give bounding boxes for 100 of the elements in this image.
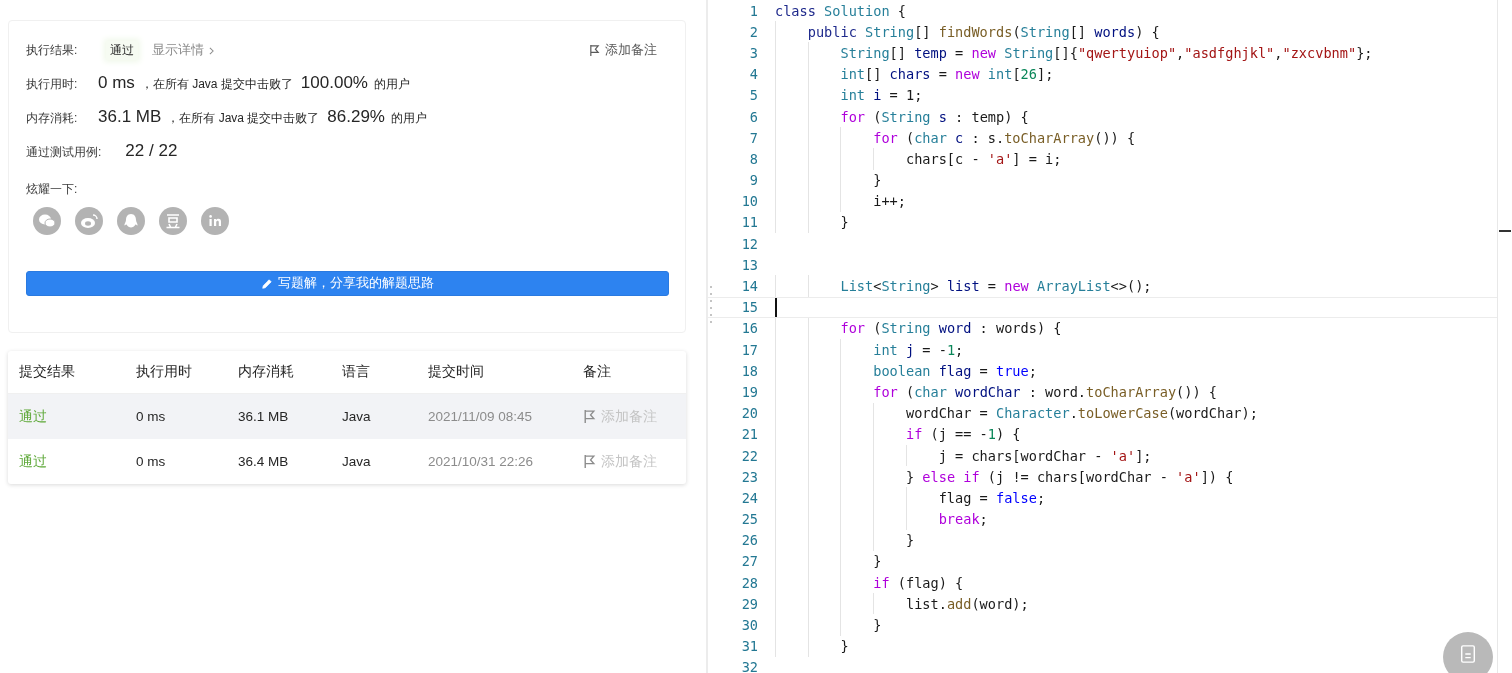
line-number: 5	[748, 87, 758, 104]
stat-label: 执行用时:	[26, 76, 79, 93]
code-line: boolean flag = true;	[872, 362, 1037, 379]
add-note-link[interactable]: 添加备注	[589, 41, 657, 59]
stat-suffix: 的用户	[391, 110, 427, 127]
line-number: 30	[740, 617, 758, 634]
code-line: }	[904, 532, 915, 549]
line-number: 10	[740, 193, 758, 210]
line-number: 19	[740, 383, 758, 400]
line-number: 11	[740, 214, 758, 231]
code-line: chars[c - 'a'] = i;	[904, 150, 1062, 167]
line-number: 4	[748, 66, 758, 83]
code-line: }	[872, 172, 882, 189]
date-cell-text: 2021/10/31 22:26	[428, 454, 535, 469]
tests-label: 通过测试用例:	[26, 144, 102, 161]
submission-row[interactable]: 通过 0 ms 36.4 MB Java 2021/10/31 22:26 添加备注	[8, 439, 686, 484]
stat-value: 36.1 MB	[98, 107, 162, 127]
stat-text: ，在所有 Java 提交中击败了	[167, 110, 320, 127]
code-line: for (char wordChar : word.toCharArray()) {	[872, 383, 1217, 400]
table-cell-text: Java	[342, 454, 372, 469]
penguin-icon[interactable]	[117, 207, 145, 235]
code-line: if (j == -1) {	[904, 426, 1021, 443]
line-number: 17	[740, 341, 758, 358]
code-line: for (char c : s.toCharArray()) {	[872, 129, 1136, 146]
percent-value: 86.29%	[327, 107, 385, 127]
code-line: int j = -1;	[872, 341, 964, 358]
code-line: int i = 1;	[839, 87, 923, 104]
stat-text: ，在所有 Java 提交中击败了	[140, 76, 293, 93]
line-number: 27	[740, 553, 758, 570]
line-number: 32	[740, 659, 758, 673]
table-cell-text: 36.4 MB	[238, 454, 290, 469]
bean-glyph-icon[interactable]	[159, 207, 187, 235]
flag-icon	[583, 454, 596, 469]
line-number: 28	[740, 574, 758, 591]
tests-value: 22 / 22	[125, 141, 178, 161]
column-header: 执行用时	[136, 363, 193, 381]
line-number: 12	[740, 235, 758, 252]
column-header: 提交结果	[19, 363, 76, 381]
text-cursor	[775, 297, 777, 317]
column-header: 提交时间	[428, 363, 485, 381]
line-number: 29	[740, 595, 758, 612]
line-number: 21	[740, 426, 758, 443]
line-number: 3	[748, 44, 758, 61]
eye-swirl-icon[interactable]	[75, 207, 103, 235]
code-line: }	[872, 617, 882, 634]
code-line: public String[] findWords(String[] words) {	[806, 23, 1160, 40]
write-solution-button[interactable]: 写题解，分享我的解题思路	[26, 271, 669, 296]
code-line: flag = false;	[937, 489, 1046, 506]
result-cell[interactable]: 通过	[19, 452, 136, 471]
line-number: 31	[740, 638, 758, 655]
code-line: if (flag) {	[872, 574, 964, 591]
line-number: 9	[748, 172, 758, 189]
date-cell-text: 2021/11/09 08:45	[428, 409, 534, 424]
code-line: String[] temp = new String[]{"qwertyuiop","asdfghjkl","zxcvbnm"};	[839, 44, 1373, 61]
line-number: 22	[740, 447, 758, 464]
line-number: 2	[748, 23, 758, 40]
line-number: 6	[748, 108, 758, 125]
stat-suffix: 的用户	[374, 76, 410, 93]
pencil-icon	[261, 277, 273, 290]
code-line: int[] chars = new int[26];	[839, 66, 1054, 83]
line-number: 20	[740, 405, 758, 422]
line-number: 24	[740, 489, 758, 506]
flag-icon	[589, 43, 600, 57]
line-number: 25	[740, 511, 758, 528]
line-number: 1	[748, 2, 758, 19]
line-number: 14	[740, 278, 758, 295]
floating-button[interactable]	[1443, 632, 1493, 673]
code-line: }	[839, 214, 849, 231]
result-cell[interactable]: 通过	[19, 407, 136, 426]
details-link[interactable]: 显示详情	[152, 41, 204, 59]
code-line: List<String> list = new ArrayList<>();	[839, 278, 1152, 295]
table-cell-text: 0 ms	[136, 454, 167, 469]
code-line: }	[839, 638, 849, 655]
line-number: 7	[748, 129, 758, 146]
line-number: 23	[740, 468, 758, 485]
column-header: 备注	[583, 363, 612, 381]
chat-bubbles-icon[interactable]	[33, 207, 61, 235]
line-number: 13	[740, 256, 758, 273]
line-number: 26	[740, 532, 758, 549]
column-header: 语言	[342, 363, 371, 381]
flag-icon	[583, 409, 596, 424]
status-badge: 通过	[106, 40, 138, 60]
line-number: 15	[740, 299, 758, 316]
code-line: }	[872, 553, 882, 570]
column-header: 内存消耗	[238, 363, 295, 381]
table-cell-text: 36.1 MB	[238, 409, 290, 424]
code-line: list.add(word);	[904, 595, 1029, 612]
document-icon	[1459, 644, 1477, 664]
code-line: wordChar = Character.toLowerCase(wordChar);	[904, 405, 1258, 422]
code-line: } else if (j != chars[wordChar - 'a']) {	[904, 468, 1234, 485]
line-number: 16	[740, 320, 758, 337]
table-cell-text: Java	[342, 409, 372, 424]
code-line: i++;	[872, 193, 906, 210]
result-label: 执行结果:	[26, 41, 79, 59]
code-line: break;	[937, 511, 988, 528]
linkedin-icon[interactable]	[201, 207, 229, 235]
code-line: for (String s : temp) {	[839, 108, 1029, 125]
line-number: 8	[748, 150, 758, 167]
chevron-right-icon	[209, 46, 214, 55]
line-number: 18	[740, 362, 758, 379]
